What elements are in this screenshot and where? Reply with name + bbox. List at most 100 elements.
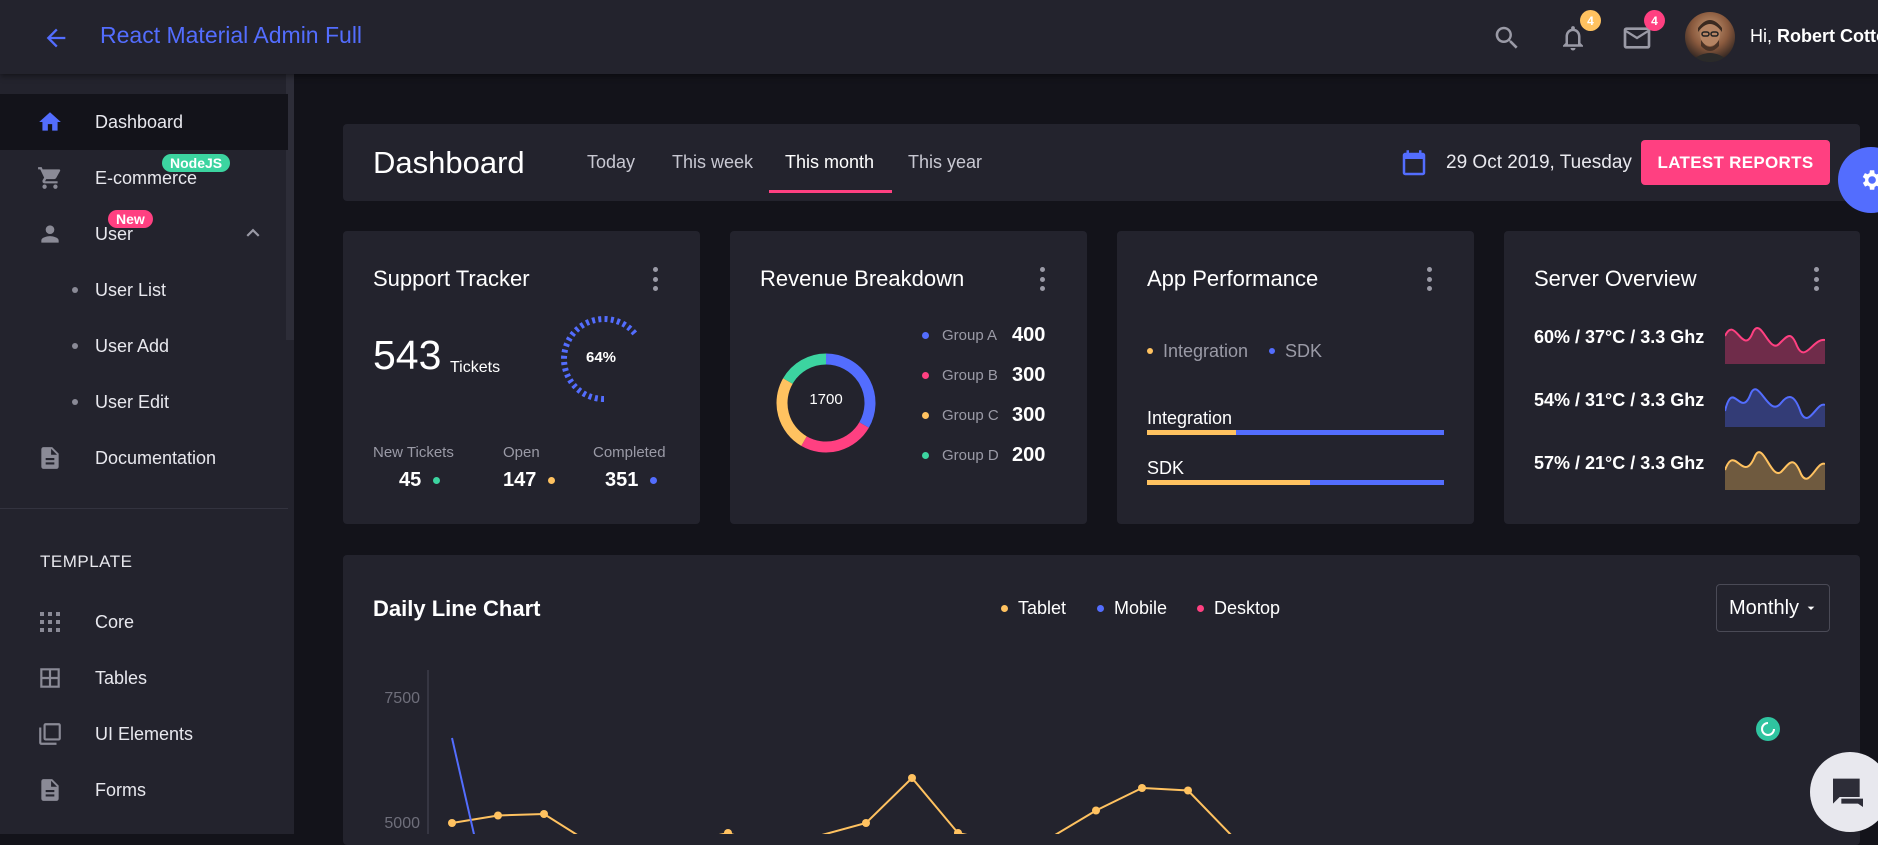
sidebar-item-label: Forms	[95, 779, 146, 800]
search-button[interactable]	[1487, 18, 1527, 58]
tab-this-month[interactable]: This month	[785, 152, 874, 173]
legend-label: Group D	[942, 447, 999, 464]
sidebar-item-user-add[interactable]: User Add	[0, 318, 288, 374]
legend-label: Group A	[942, 327, 998, 344]
sidebar-item-documentation[interactable]: Documentation	[0, 430, 288, 486]
grid-icon	[36, 608, 64, 636]
legend-label: Tablet	[1018, 598, 1067, 618]
table-icon	[36, 664, 64, 692]
stat-label: Completed	[593, 444, 666, 461]
card-title: Revenue Breakdown	[760, 266, 965, 291]
back-arrow-button[interactable]	[40, 22, 72, 54]
latest-reports-button[interactable]: LATEST REPORTS	[1641, 140, 1830, 185]
legend-label: Desktop	[1214, 598, 1281, 618]
more-vert-icon[interactable]	[1426, 267, 1432, 291]
dashboard-header-panel	[343, 124, 1860, 201]
legend-dot	[922, 452, 929, 459]
page-title: Dashboard	[373, 145, 525, 180]
support-percent: 64%	[586, 349, 617, 366]
stat-dot	[548, 477, 555, 484]
app-title: React Material Admin Full	[100, 22, 363, 48]
tab-this-year[interactable]: This year	[908, 152, 982, 173]
sidebar-item-tables[interactable]: Tables	[0, 650, 288, 706]
period-select[interactable]: Monthly	[1716, 584, 1830, 632]
integration-progress-fill	[1147, 430, 1237, 435]
data-point	[724, 829, 732, 834]
chat-icon	[1833, 778, 1863, 807]
legend-dot	[1097, 605, 1104, 612]
chevron-up-icon[interactable]	[240, 220, 266, 251]
stat-value: 147	[503, 469, 537, 491]
card-title: Support Tracker	[373, 266, 530, 291]
legend-dot	[1147, 348, 1153, 354]
caret-down-icon	[1807, 606, 1815, 610]
progress-label: SDK	[1147, 458, 1185, 478]
data-point	[1184, 786, 1192, 795]
messages-button[interactable]: 4	[1617, 10, 1665, 58]
sidebar-item-user-list[interactable]: User List	[0, 262, 288, 318]
user-greeting[interactable]: Hi, Robert Cotto	[1750, 26, 1878, 47]
data-point	[862, 819, 870, 827]
sidebar-item-forms[interactable]: Forms	[0, 762, 288, 818]
tickets-label: Tickets	[450, 359, 501, 376]
sidebar-item-label: User List	[95, 279, 167, 300]
sidebar-item-label: Dashboard	[95, 111, 184, 132]
new-badge: New	[108, 210, 153, 228]
sidebar-divider	[0, 508, 288, 509]
layers-icon	[36, 720, 64, 748]
stat-dot	[433, 477, 440, 484]
server-stat: 57% / 21°C / 3.3 Ghz	[1534, 453, 1705, 473]
server-sparkline-clock	[1725, 451, 1825, 490]
legend-dot	[922, 332, 929, 339]
sidebar-section-title: TEMPLATE	[40, 552, 133, 571]
sidebar-item-label: User Add	[95, 335, 170, 356]
sidebar-item-label: Core	[95, 611, 135, 632]
donut-segment-1	[801, 422, 869, 453]
stat-value: 351	[605, 469, 639, 491]
legend-dot	[1269, 348, 1275, 354]
data-point	[448, 819, 456, 827]
revenue-total: 1700	[809, 391, 843, 408]
current-date: 29 Oct 2019, Tuesday	[1446, 152, 1632, 173]
legend-dot	[922, 372, 929, 379]
bullet-icon	[72, 399, 78, 405]
sidebar-item-core[interactable]: Core	[0, 594, 288, 650]
nodejs-badge: NodeJS	[162, 154, 231, 172]
legend-value: 400	[1012, 324, 1046, 346]
progress-label: Integration	[1147, 408, 1233, 428]
home-icon	[36, 108, 64, 136]
server-stat: 60% / 37°C / 3.3 Ghz	[1534, 327, 1705, 347]
card-title: Server Overview	[1534, 266, 1697, 291]
legend-dot	[1197, 605, 1204, 612]
sdk-progress-fill	[1147, 480, 1311, 485]
tickets-count: 543	[373, 332, 442, 378]
top-app-bar: React Material Admin Full 4 4 Hi, Robert…	[0, 0, 1878, 74]
data-point	[908, 774, 916, 782]
stat-value: 45	[399, 469, 422, 491]
period-select-value: Monthly	[1729, 596, 1800, 619]
more-vert-icon[interactable]	[1039, 267, 1045, 291]
legend-value: 300	[1012, 364, 1046, 386]
stat-label: Open	[503, 444, 540, 461]
sidebar-item-ui-elements[interactable]: UI Elements	[0, 706, 288, 762]
sidebar-item-ecommerce[interactable]: E-commerce NodeJS	[0, 150, 288, 206]
server-sparkline-cpu	[1725, 327, 1825, 364]
legend-label: Mobile	[1114, 598, 1168, 618]
data-point	[1092, 806, 1100, 815]
loading-spinner	[1756, 717, 1780, 741]
calendar-icon[interactable]	[1399, 149, 1429, 184]
data-point	[1138, 784, 1146, 792]
tab-today[interactable]: Today	[587, 152, 635, 173]
more-vert-icon[interactable]	[1813, 267, 1819, 291]
avatar[interactable]	[1685, 12, 1735, 62]
tab-this-week[interactable]: This week	[672, 152, 753, 173]
sidebar-item-user[interactable]: User New	[0, 206, 288, 262]
data-point	[540, 810, 548, 818]
more-vert-icon[interactable]	[652, 267, 658, 291]
series-line-tablet	[451, 776, 1232, 834]
active-tab-indicator	[769, 190, 892, 193]
y-tick-label: 7500	[384, 690, 420, 707]
notifications-button[interactable]: 4	[1553, 10, 1601, 58]
sidebar-item-user-edit[interactable]: User Edit	[0, 374, 288, 430]
sidebar-item-dashboard[interactable]: Dashboard	[0, 94, 288, 150]
